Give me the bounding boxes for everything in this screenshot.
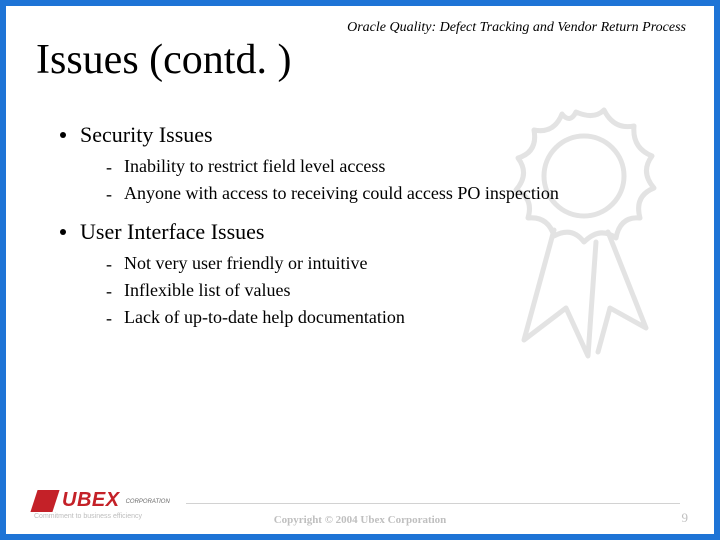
- footer: UBEX CORPORATION Commitment to business …: [6, 474, 714, 534]
- sub-item: - Lack of up-to-date help documentation: [106, 305, 684, 330]
- dash-icon: -: [106, 252, 112, 276]
- sub-item: - Not very user friendly or intuitive: [106, 251, 684, 276]
- sub-list: - Inability to restrict field level acce…: [60, 154, 684, 207]
- sub-item: - Anyone with access to receiving could …: [106, 181, 684, 206]
- sub-item-text: Inability to restrict field level access: [124, 154, 385, 178]
- slide: Oracle Quality: Defect Tracking and Vend…: [0, 0, 720, 540]
- sub-item: - Inflexible list of values: [106, 278, 684, 303]
- page-number: 9: [682, 510, 689, 526]
- bullet-item-security: Security Issues - Inability to restrict …: [60, 122, 684, 207]
- bullet-list: Security Issues - Inability to restrict …: [60, 122, 684, 330]
- bullet-dot-icon: [60, 132, 66, 138]
- dash-icon: -: [106, 306, 112, 330]
- logo-mark-icon: [30, 490, 59, 512]
- dash-icon: -: [106, 182, 112, 206]
- content-area: Security Issues - Inability to restrict …: [60, 122, 684, 342]
- bullet-label: User Interface Issues: [80, 219, 264, 245]
- dash-icon: -: [106, 279, 112, 303]
- bullet-item-ui: User Interface Issues - Not very user fr…: [60, 219, 684, 331]
- logo-corp: CORPORATION: [126, 499, 170, 505]
- sub-list: - Not very user friendly or intuitive - …: [60, 251, 684, 331]
- logo-text: UBEX: [62, 489, 120, 512]
- sub-item-text: Lack of up-to-date help documentation: [124, 305, 405, 329]
- sub-item: - Inability to restrict field level acce…: [106, 154, 684, 179]
- footer-rule: [186, 503, 680, 504]
- copyright: Copyright © 2004 Ubex Corporation: [6, 514, 714, 526]
- sub-item-text: Anyone with access to receiving could ac…: [124, 181, 559, 205]
- slide-title: Issues (contd. ): [36, 36, 291, 84]
- header-label: Oracle Quality: Defect Tracking and Vend…: [347, 20, 686, 36]
- sub-item-text: Not very user friendly or intuitive: [124, 251, 367, 275]
- bullet-dot-icon: [60, 229, 66, 235]
- sub-item-text: Inflexible list of values: [124, 278, 290, 302]
- dash-icon: -: [106, 155, 112, 179]
- bullet-label: Security Issues: [80, 122, 213, 148]
